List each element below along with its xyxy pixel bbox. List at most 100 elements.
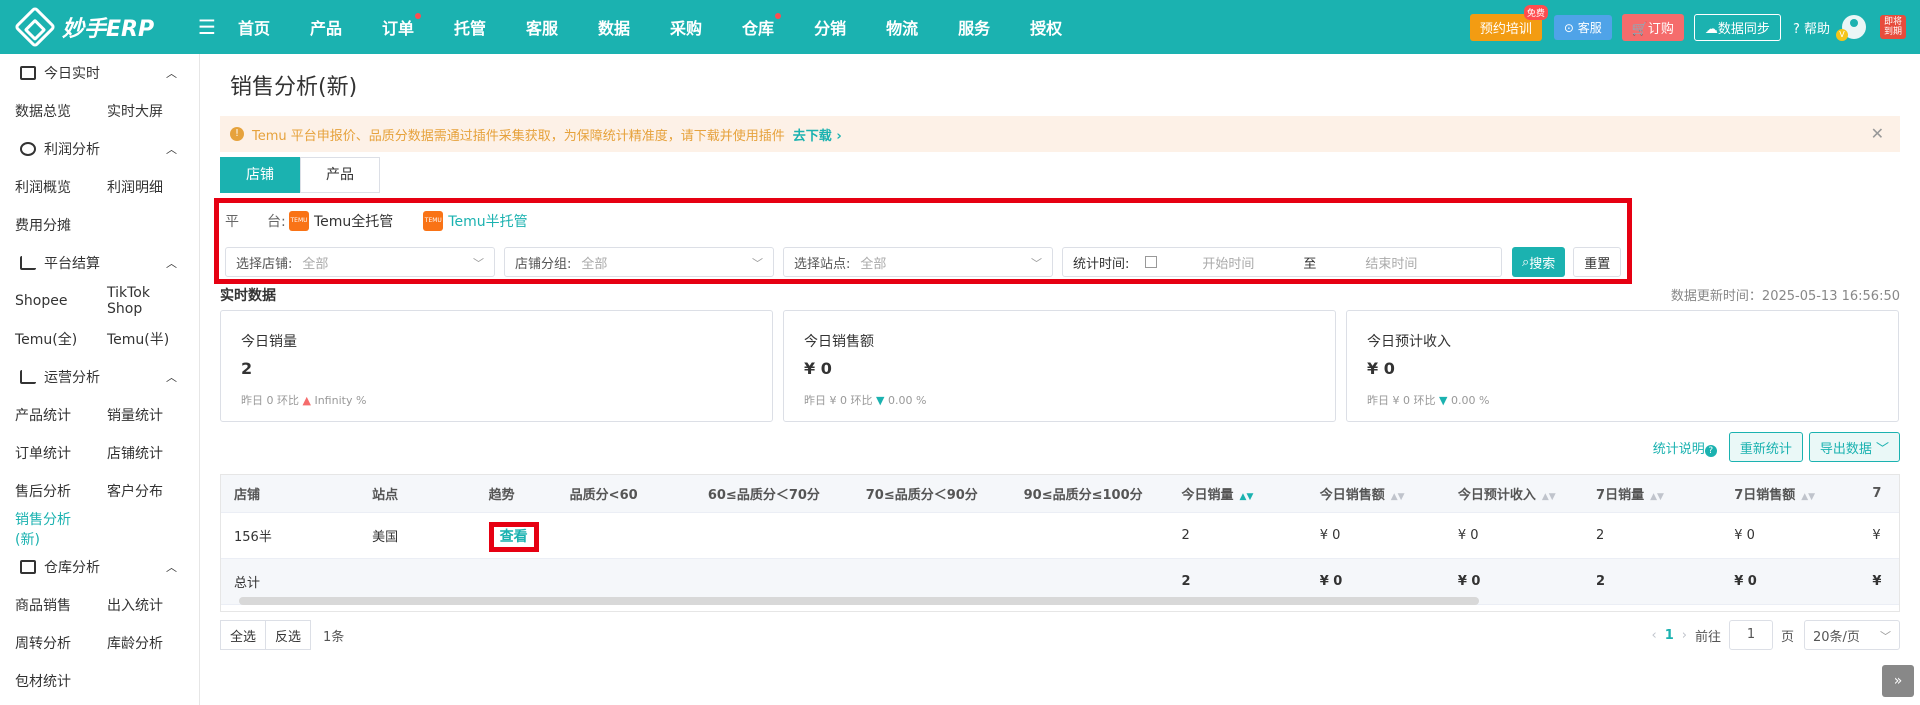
- sidebar-section-settlement[interactable]: 平台结算 ︿: [0, 244, 199, 282]
- tab-product[interactable]: 产品: [300, 157, 380, 193]
- store-group-select[interactable]: 店铺分组: 全部 ﹀: [504, 247, 774, 277]
- nav-item-distribution[interactable]: 分销: [814, 15, 846, 39]
- nav-item-services[interactable]: 服务: [958, 15, 990, 39]
- sidebar-item-shopee[interactable]: Shopee: [0, 293, 92, 309]
- page-input[interactable]: 1: [1728, 620, 1773, 650]
- prev-page-icon[interactable]: ‹: [1652, 628, 1657, 643]
- col-more: 7: [1872, 486, 1882, 501]
- sort-icon[interactable]: ▲▼: [1650, 492, 1664, 502]
- bar-chart-icon: [20, 256, 36, 270]
- page-number[interactable]: 1: [1665, 628, 1674, 643]
- col-7day-revenue[interactable]: 7日销售额 ▲▼: [1721, 484, 1859, 503]
- date-range-picker[interactable]: 统计时间: 开始时间 至 结束时间: [1062, 247, 1502, 277]
- sidebar-item-temu-full[interactable]: Temu(全): [0, 329, 92, 349]
- nav-item-warehouse[interactable]: 仓库: [742, 13, 782, 39]
- tab-store[interactable]: 店铺: [220, 157, 300, 193]
- sidebar-item-data-overview[interactable]: 数据总览: [0, 101, 92, 121]
- site-select[interactable]: 选择站点: 全部 ﹀: [783, 247, 1053, 277]
- card-compare: 昨日 0 环比 ▲ Infinity %: [241, 392, 752, 408]
- sidebar-item-cost-allocation[interactable]: 费用分摊: [0, 215, 92, 235]
- sort-icon[interactable]: ▲▼: [1542, 492, 1556, 502]
- col-today-income[interactable]: 今日预计收入 ▲▼: [1445, 484, 1583, 503]
- filter-controls: 选择店铺: 全部 ﹀ 店铺分组: 全部 ﹀ 选择站点: 全部 ﹀ 统计时间: 开始时间 至 …: [225, 247, 1622, 277]
- nav-item-purchase[interactable]: 采购: [670, 15, 702, 39]
- export-button[interactable]: 导出数据 ﹀: [1808, 432, 1900, 462]
- header-label: 7日销售额: [1734, 488, 1796, 503]
- next-page-icon[interactable]: ›: [1682, 628, 1687, 643]
- platform-temu-half[interactable]: TEMU Temu半托管: [423, 211, 528, 231]
- sidebar-item-packaging[interactable]: 包材统计: [0, 671, 92, 691]
- sidebar-item-customer-distribution[interactable]: 客户分布: [92, 481, 184, 501]
- sidebar-section-realtime[interactable]: 今日实时 ︿: [0, 54, 199, 92]
- col-today-sales[interactable]: 今日销量 ▲▼: [1169, 484, 1307, 503]
- select-all-button[interactable]: 全选: [220, 620, 267, 650]
- nav-item-logistics[interactable]: 物流: [886, 15, 918, 39]
- sidebar-item-order-stats[interactable]: 订单统计: [0, 443, 92, 463]
- sidebar-item-inout-stats[interactable]: 出入统计: [92, 595, 184, 615]
- nav-label: 数据: [598, 19, 631, 38]
- nav-item-hosting[interactable]: 托管: [454, 15, 486, 39]
- expand-double-chevron-icon[interactable]: »: [1882, 665, 1914, 697]
- platform-temu-full[interactable]: TEMU Temu全托管: [289, 211, 393, 231]
- sort-icon[interactable]: ▲▼: [1801, 492, 1815, 502]
- subscribe-button[interactable]: 🛒订购: [1621, 13, 1684, 41]
- logo[interactable]: 妙手ERP: [13, 5, 170, 49]
- sidebar-section-profit[interactable]: 利润分析 ︿: [0, 130, 199, 168]
- sidebar-item-realtime-screen[interactable]: 实时大屏: [92, 101, 184, 121]
- col-quality-lt60: 品质分<60: [569, 488, 638, 503]
- sidebar-item-product-stats[interactable]: 产品统计: [0, 405, 92, 425]
- store-select[interactable]: 选择店铺: 全部 ﹀: [225, 247, 495, 277]
- sidebar-item-sales-stats[interactable]: 销量统计: [92, 405, 184, 425]
- nav-item-authorization[interactable]: 授权: [1030, 15, 1062, 39]
- nav-item-customer-service[interactable]: 客服: [526, 15, 558, 39]
- search-button[interactable]: ⌕ 搜索: [1512, 247, 1566, 277]
- reset-button[interactable]: 重置: [1573, 247, 1622, 277]
- nav-item-data[interactable]: 数据: [598, 15, 630, 39]
- sidebar-item-after-sales[interactable]: 售后分析: [0, 481, 92, 501]
- menu-toggle-icon[interactable]: ☰: [198, 15, 216, 39]
- stats-explain-link[interactable]: 统计说明?: [1653, 438, 1717, 457]
- nav-item-order[interactable]: 订单: [382, 13, 421, 39]
- horizontal-scrollbar[interactable]: [239, 597, 1479, 605]
- nav-item-home[interactable]: 首页: [238, 15, 270, 39]
- total-label: 总计: [234, 576, 261, 591]
- cell-trend: 查看: [476, 521, 557, 552]
- sidebar-item-turnover[interactable]: 周转分析: [0, 633, 92, 653]
- expiry-promo-badge[interactable]: 即将到期: [1880, 15, 1906, 39]
- end-date-input[interactable]: 结束时间: [1336, 253, 1446, 272]
- sidebar-item-sales-analysis-new[interactable]: 销售分析(新): [0, 509, 92, 549]
- close-icon[interactable]: ✕: [1871, 124, 1884, 143]
- customer-service-button[interactable]: ⊙ 客服: [1553, 14, 1612, 40]
- sidebar-item-stock-age[interactable]: 库龄分析: [92, 633, 184, 653]
- view-trend-button[interactable]: 查看: [488, 521, 539, 552]
- sidebar-section-operations[interactable]: 运营分析 ︿: [0, 358, 199, 396]
- help-link[interactable]: ? 帮助: [1793, 18, 1830, 37]
- sidebar-item-temu-half[interactable]: Temu(半): [92, 329, 184, 349]
- sidebar-section-warehouse[interactable]: 仓库分析 ︿: [0, 548, 199, 586]
- sidebar-item-store-stats[interactable]: 店铺统计: [92, 443, 184, 463]
- col-7day-sales[interactable]: 7日销量 ▲▼: [1583, 484, 1721, 503]
- sidebar-item-tiktok-shop[interactable]: TikTok Shop: [92, 285, 184, 317]
- update-time: 数据更新时间：2025-05-13 16:56:50: [1670, 289, 1900, 304]
- temu-logo-icon: TEMU: [423, 211, 444, 231]
- sort-icon[interactable]: ▲▼: [1391, 492, 1405, 502]
- nav-item-product[interactable]: 产品: [310, 15, 342, 39]
- vip-badge: V: [1836, 29, 1848, 41]
- invert-selection-button[interactable]: 反选: [266, 620, 312, 650]
- sidebar-item-profit-overview[interactable]: 利润概览: [0, 177, 92, 197]
- start-date-input[interactable]: 开始时间: [1173, 253, 1283, 272]
- download-link[interactable]: 去下载 ›: [793, 125, 842, 144]
- header-label: 今日销量: [1181, 488, 1234, 503]
- sidebar-item-profit-detail[interactable]: 利润明细: [92, 177, 184, 197]
- book-training-button[interactable]: 预约培训 免费: [1469, 4, 1548, 41]
- question-icon: ?: [1704, 444, 1717, 457]
- page-size-select[interactable]: 20条/页 ﹀: [1804, 620, 1900, 650]
- compare-value: Infinity %: [314, 394, 367, 407]
- sidebar-item-goods-sales[interactable]: 商品销售: [0, 595, 92, 615]
- data-sync-button[interactable]: ☁数据同步: [1693, 13, 1781, 41]
- total-7day-sales: 2: [1596, 574, 1606, 589]
- sort-icon[interactable]: ▲▼: [1240, 492, 1254, 502]
- col-today-revenue[interactable]: 今日销售额 ▲▼: [1307, 484, 1445, 503]
- user-avatar[interactable]: V: [1836, 15, 1866, 41]
- recount-button[interactable]: 重新统计: [1728, 432, 1803, 462]
